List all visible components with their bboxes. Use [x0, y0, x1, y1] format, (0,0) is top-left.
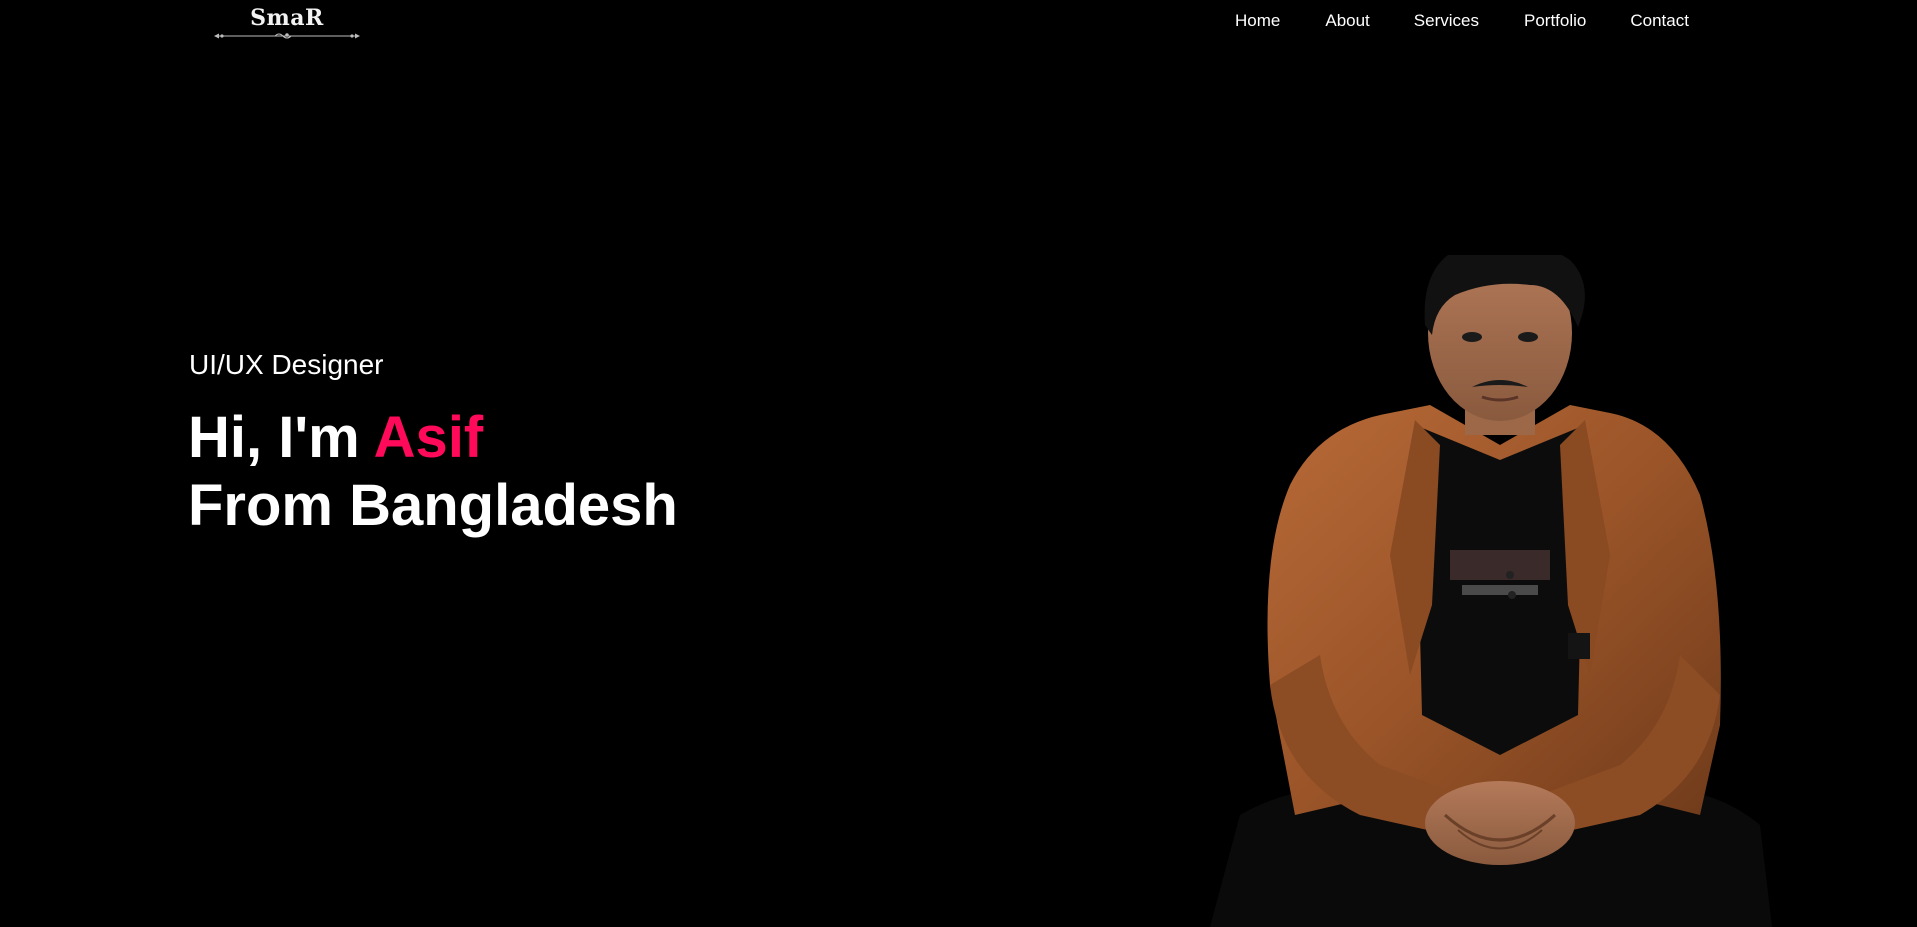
nav-portfolio-link[interactable]: Portfolio [1524, 11, 1586, 31]
headline-name: Asif [373, 405, 484, 470]
page: SmaR Home About Services Portfolio Conta… [0, 0, 1917, 927]
nav-services-link[interactable]: Services [1414, 11, 1479, 31]
profile-photo [1210, 255, 1772, 927]
nav-home-link[interactable]: Home [1235, 11, 1280, 31]
headline-location: From Bangladesh [188, 473, 678, 538]
headline-greeting: Hi, I'm [188, 405, 374, 470]
site-logo[interactable]: SmaR [208, 2, 366, 42]
hero-headline: Hi, I'm Asif From Bangladesh [188, 404, 678, 540]
ornamental-divider-icon [214, 33, 360, 39]
nav-about-link[interactable]: About [1325, 11, 1369, 31]
logo-text: SmaR [250, 5, 324, 31]
nav-contact-link[interactable]: Contact [1630, 11, 1689, 31]
main-nav: Home About Services Portfolio Contact [1235, 11, 1689, 31]
site-header: SmaR Home About Services Portfolio Conta… [0, 0, 1917, 44]
hero-subtitle: UI/UX Designer [189, 349, 384, 380]
